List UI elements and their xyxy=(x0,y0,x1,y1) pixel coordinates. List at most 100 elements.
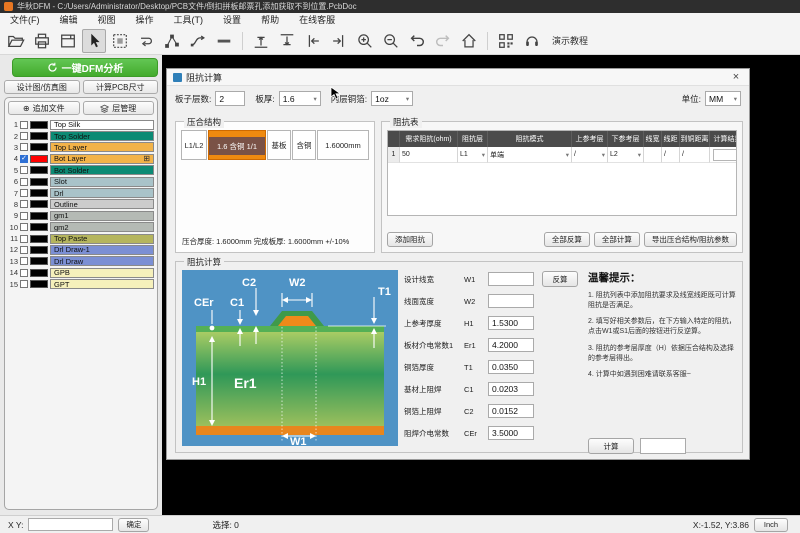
zoom-out-icon[interactable] xyxy=(379,29,403,53)
layer-row[interactable]: 6Slot xyxy=(8,176,154,187)
er1-input[interactable] xyxy=(488,338,534,352)
add-impedance-button[interactable]: 添加阻抗 xyxy=(387,232,433,247)
copper-dist-cell[interactable]: / xyxy=(680,147,710,163)
layer-row[interactable]: 12Drl Draw-1 xyxy=(8,244,154,255)
line-space-cell[interactable]: / xyxy=(662,147,680,163)
board-thickness-select[interactable]: 1.6▾ xyxy=(279,91,321,106)
menu-view[interactable]: 视图 xyxy=(88,13,126,27)
layer-checkbox[interactable] xyxy=(20,223,28,231)
reverse-all-button[interactable]: 全部反算 xyxy=(544,232,590,247)
layer-color-swatch[interactable] xyxy=(30,212,48,220)
route-icon[interactable] xyxy=(186,29,210,53)
layer-checkbox[interactable] xyxy=(20,269,28,277)
layer-row[interactable]: 13Drl Draw xyxy=(8,256,154,267)
select-arrow-icon[interactable] xyxy=(82,29,106,53)
layer-color-swatch[interactable] xyxy=(30,200,48,208)
menu-help[interactable]: 帮助 xyxy=(251,13,289,27)
flip-down-icon[interactable] xyxy=(275,29,299,53)
menu-file[interactable]: 文件(F) xyxy=(0,13,50,27)
layer-color-swatch[interactable] xyxy=(30,178,48,186)
zoom-in-icon[interactable] xyxy=(353,29,377,53)
layer-checkbox[interactable] xyxy=(20,143,28,151)
stackup-row[interactable]: L1/L2 1.6 含铜 1/1 基板 含铜 1.6000mm xyxy=(181,130,369,160)
layer-color-swatch[interactable] xyxy=(30,166,48,174)
qr-code-icon[interactable] xyxy=(494,29,518,53)
line-width-cell[interactable] xyxy=(644,147,662,163)
layer-checkbox[interactable] xyxy=(20,121,28,129)
layer-color-swatch[interactable] xyxy=(30,189,48,197)
upper-ref-cell[interactable]: /▾ xyxy=(572,147,608,163)
layer-color-swatch[interactable] xyxy=(30,155,48,163)
layer-row[interactable]: 7Drl xyxy=(8,187,154,198)
menu-operate[interactable]: 操作 xyxy=(126,13,164,27)
print-icon[interactable] xyxy=(30,29,54,53)
layer-color-swatch[interactable] xyxy=(30,280,48,288)
layer-row[interactable]: 10gm2 xyxy=(8,222,154,233)
c2-input[interactable] xyxy=(488,404,534,418)
new-window-icon[interactable] xyxy=(56,29,80,53)
export-stackup-button[interactable]: 导出压合结构/阻抗参数 xyxy=(644,232,737,247)
h1-input[interactable] xyxy=(488,316,534,330)
layer-label[interactable]: Bot Layer⊞ xyxy=(50,154,154,164)
layer-label[interactable]: Top Silk xyxy=(50,120,154,130)
stackup-bar[interactable]: 1.6 含铜 1/1 xyxy=(208,130,266,160)
c1-input[interactable] xyxy=(488,382,534,396)
redo-icon[interactable] xyxy=(431,29,455,53)
expand-icon[interactable]: ⊞ xyxy=(143,155,150,163)
layer-label[interactable]: Bot Solder xyxy=(50,165,154,175)
layer-checkbox[interactable] xyxy=(20,178,28,186)
table-row[interactable]: 1 50 L1▾ 单端▾ /▾ L2▾ / / xyxy=(388,147,736,163)
unit-select[interactable]: MM▾ xyxy=(705,91,741,106)
align-left-icon[interactable] xyxy=(301,29,325,53)
layer-checkbox[interactable] xyxy=(20,155,28,163)
tutorial-link[interactable]: 演示教程 xyxy=(552,34,588,47)
layer-label[interactable]: gm2 xyxy=(50,222,154,232)
measure-icon[interactable] xyxy=(212,29,236,53)
layer-label[interactable]: Drl xyxy=(50,188,154,198)
xy-input[interactable] xyxy=(28,518,113,531)
ohm-cell[interactable]: 50 xyxy=(400,147,458,163)
calc-pcb-size-button[interactable]: 计算PCB尺寸 xyxy=(83,80,159,94)
unit-toggle-button[interactable]: Inch xyxy=(754,518,788,532)
inner-copper-select[interactable]: 1oz▾ xyxy=(371,91,413,106)
layer-color-swatch[interactable] xyxy=(30,143,48,151)
menu-settings[interactable]: 设置 xyxy=(213,13,251,27)
layer-color-swatch[interactable] xyxy=(30,121,48,129)
rotate-icon[interactable] xyxy=(134,29,158,53)
layer-label[interactable]: Drl Draw-1 xyxy=(50,245,154,255)
confirm-button[interactable]: 确定 xyxy=(118,518,149,532)
customer-service-icon[interactable] xyxy=(520,29,544,53)
layer-checkbox[interactable] xyxy=(20,235,28,243)
t1-input[interactable] xyxy=(488,360,534,374)
calc-result-field[interactable] xyxy=(640,438,686,454)
menu-online-service[interactable]: 在线客服 xyxy=(289,13,345,27)
reverse-calc-button[interactable]: 反算 xyxy=(542,271,578,287)
layer-row[interactable]: 11Top Paste xyxy=(8,233,154,244)
cer-input[interactable] xyxy=(488,426,534,440)
one-key-dfm-button[interactable]: 一键DFM分析 xyxy=(12,58,158,77)
layer-checkbox[interactable] xyxy=(20,212,28,220)
layer-color-swatch[interactable] xyxy=(30,246,48,254)
home-icon[interactable] xyxy=(457,29,481,53)
layer-row[interactable]: 9gm1 xyxy=(8,210,154,221)
layer-checkbox[interactable] xyxy=(20,257,28,265)
layer-color-swatch[interactable] xyxy=(30,223,48,231)
layer-checkbox[interactable] xyxy=(20,200,28,208)
layer-color-swatch[interactable] xyxy=(30,235,48,243)
layer-row[interactable]: 1Top Silk xyxy=(8,119,154,130)
undo-icon[interactable] xyxy=(405,29,429,53)
w2-input[interactable] xyxy=(488,294,534,308)
layer-checkbox[interactable] xyxy=(20,246,28,254)
layer-checkbox[interactable] xyxy=(20,189,28,197)
layer-color-swatch[interactable] xyxy=(30,257,48,265)
layer-color-swatch[interactable] xyxy=(30,269,48,277)
layer-row[interactable]: 3Top Layer xyxy=(8,142,154,153)
layer-label[interactable]: Slot xyxy=(50,177,154,187)
open-folder-icon[interactable] xyxy=(4,29,28,53)
layer-row[interactable]: 2Top Solder xyxy=(8,130,154,141)
board-layers-input[interactable] xyxy=(215,91,245,106)
layer-label[interactable]: Top Solder xyxy=(50,131,154,141)
layer-color-swatch[interactable] xyxy=(30,132,48,140)
box-select-icon[interactable] xyxy=(108,29,132,53)
design-sim-button[interactable]: 设计图/仿真图 xyxy=(4,80,80,94)
